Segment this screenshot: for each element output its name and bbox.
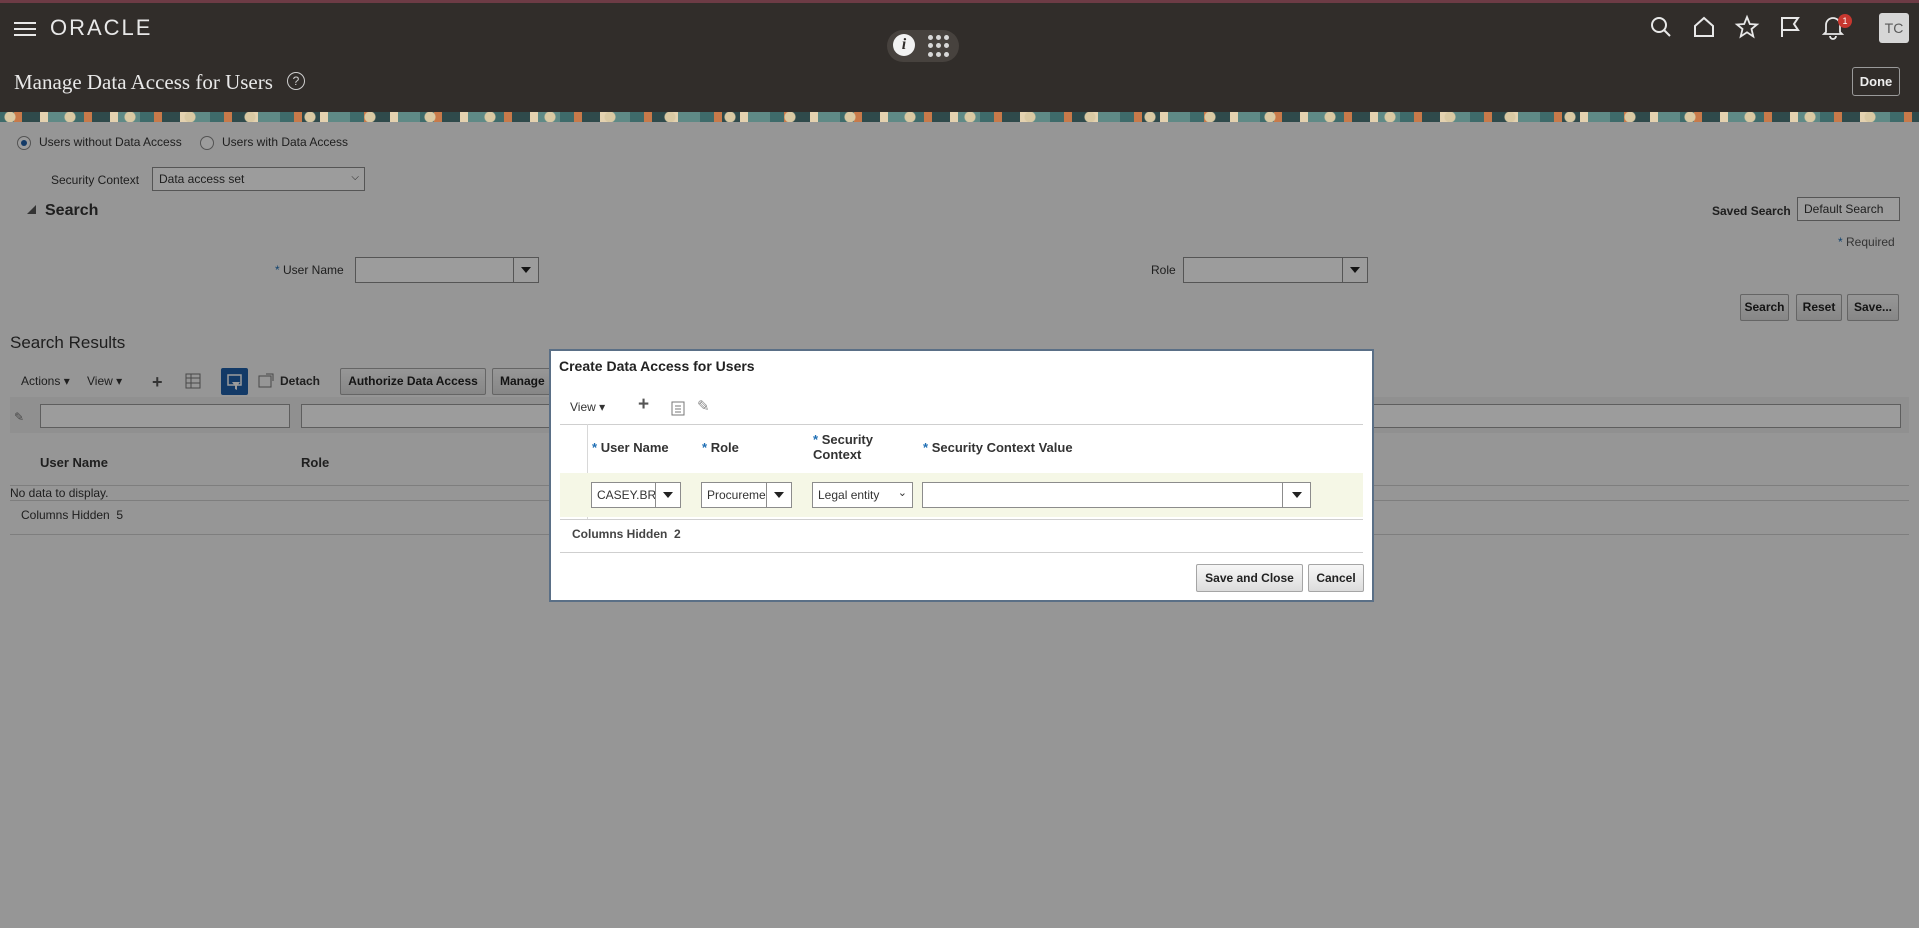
dropdown-arrow-icon[interactable] (766, 483, 791, 507)
row-role-combobox[interactable]: Procureme (701, 482, 792, 508)
done-button[interactable]: Done (1852, 67, 1900, 96)
divider (560, 552, 1363, 553)
dialog-column-security-context-line1: Security (821, 432, 873, 447)
dialog-columns-hidden-count: 2 (674, 527, 681, 541)
divider (560, 519, 1363, 520)
dialog-column-user-name[interactable]: * User Name (592, 440, 669, 455)
row-role-value: Procureme (707, 488, 766, 502)
dialog-column-role-text: Role (710, 440, 739, 455)
apps-grid-icon[interactable] (928, 35, 950, 57)
add-row-icon[interactable]: + (638, 394, 649, 416)
dialog-view-menu-label: View (570, 400, 596, 414)
edit-row-icon[interactable]: ✎ (697, 397, 710, 415)
decorative-banner (0, 112, 1919, 122)
dialog-title: Create Data Access for Users (559, 358, 755, 374)
duplicate-row-icon[interactable] (671, 400, 686, 416)
dialog-view-menu[interactable]: View ▾ (570, 400, 605, 414)
dialog-column-security-context[interactable]: * Security Context (813, 432, 873, 462)
dialog-column-security-context-value[interactable]: * Security Context Value (923, 440, 1073, 455)
dialog-column-user-name-text: User Name (600, 440, 669, 455)
dialog-column-security-context-value-text: Security Context Value (931, 440, 1073, 455)
favorites-star-icon[interactable] (1734, 14, 1760, 40)
dialog-column-role[interactable]: * Role (702, 440, 739, 455)
notification-count-badge: 1 (1838, 14, 1852, 28)
row-security-context-select[interactable]: Legal entity ⌄ (812, 482, 913, 508)
oracle-logo[interactable]: ORACLE (50, 15, 152, 41)
home-icon[interactable] (1691, 14, 1717, 40)
search-icon[interactable] (1648, 14, 1674, 40)
row-user-name-combobox[interactable]: CASEY.BR (591, 482, 681, 508)
global-header (0, 3, 1919, 112)
row-user-name-value: CASEY.BR (597, 488, 655, 502)
dropdown-arrow-icon[interactable] (1282, 483, 1310, 507)
dropdown-arrow-icon[interactable] (655, 483, 680, 507)
chevron-down-icon: ⌄ (897, 487, 907, 499)
create-data-access-dialog: Create Data Access for Users View ▾ + ✎ … (549, 349, 1374, 602)
info-icon[interactable]: i (893, 34, 915, 56)
help-icon[interactable]: ? (287, 72, 305, 90)
page-title: Manage Data Access for Users (14, 70, 273, 94)
dialog-column-security-context-line2: Context (813, 447, 862, 462)
row-security-context-value-combobox[interactable] (922, 482, 1311, 508)
save-and-close-button[interactable]: Save and Close (1196, 564, 1303, 592)
dialog-columns-hidden: Columns Hidden 2 (572, 527, 681, 541)
watchlist-flag-icon[interactable] (1777, 14, 1803, 40)
row-security-context-value: Legal entity (818, 488, 880, 502)
hamburger-menu-icon[interactable] (14, 18, 36, 40)
dialog-columns-hidden-label: Columns Hidden (572, 527, 668, 541)
user-avatar[interactable]: TC (1879, 13, 1909, 43)
cancel-button[interactable]: Cancel (1308, 564, 1364, 592)
divider (560, 424, 1363, 425)
